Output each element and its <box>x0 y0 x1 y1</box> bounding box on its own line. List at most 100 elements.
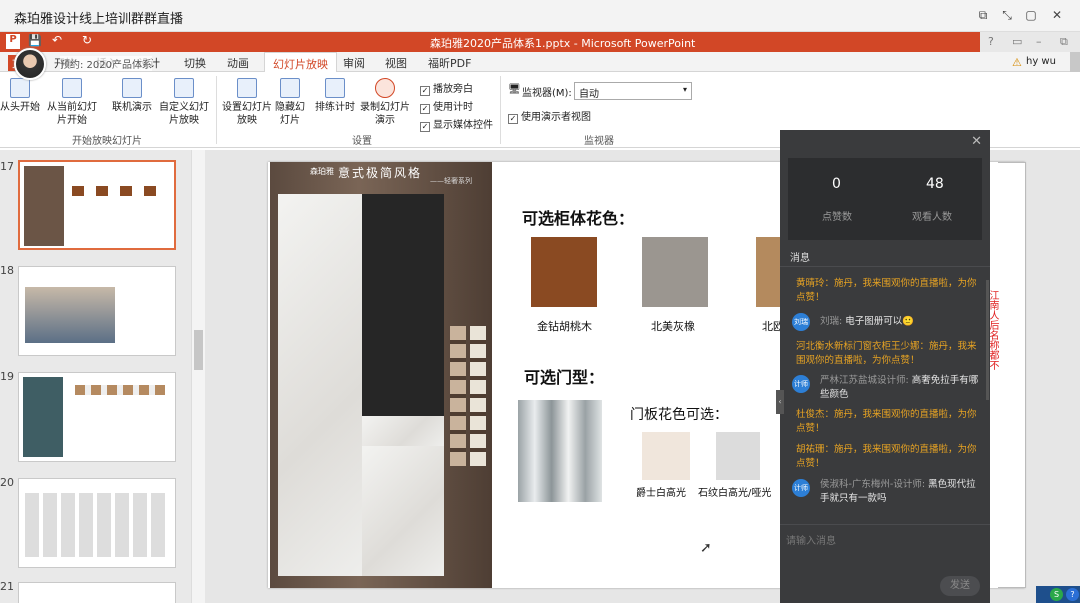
warning-icon: ⚠ <box>1012 56 1022 69</box>
help-icon[interactable]: ? <box>1066 588 1079 601</box>
thumb-image <box>25 287 115 343</box>
stats-box: 0 点赞数 48 观看人数 <box>788 158 982 240</box>
viewers-count: 48 <box>926 176 944 192</box>
slide-thumbnail-20[interactable] <box>18 478 176 568</box>
help-icon[interactable]: ? <box>988 35 994 48</box>
divider <box>780 266 990 267</box>
redo-icon[interactable]: ↻ <box>82 33 92 47</box>
slide-thumbnail-19[interactable] <box>18 372 176 462</box>
slide-thumbnail-17[interactable] <box>18 160 176 250</box>
tab-slideshow[interactable]: 幻灯片放映 <box>264 52 337 72</box>
chat-message: 杜俊杰：施丹，我来围观你的直播啦，为你点赞！ <box>796 409 977 434</box>
hide-slide-icon <box>280 78 300 98</box>
tab-animations[interactable]: 动画 <box>227 55 249 71</box>
shrink-icon[interactable]: ⤡ <box>998 6 1016 24</box>
tab-review[interactable]: 审阅 <box>343 55 365 71</box>
likes-count: 0 <box>832 176 841 192</box>
thumb-swatches <box>72 186 162 196</box>
record-icon <box>375 78 395 98</box>
check-icon: ✓ <box>420 122 430 132</box>
check-icon: ✓ <box>508 114 518 124</box>
tab-transitions[interactable]: 切换 <box>184 55 206 71</box>
ppt-titlebar: P 💾 ↶ ↻ 森珀雅2020产品体系1.pptx - Microsoft Po… <box>0 32 980 52</box>
monitor-select[interactable]: 自动 ▾ <box>574 82 692 100</box>
tab-view[interactable]: 视图 <box>385 55 407 71</box>
chevron-down-icon: ▾ <box>682 85 687 94</box>
cabinet-glass-door <box>362 194 444 416</box>
collapse-handle[interactable]: ‹ <box>776 390 784 414</box>
thumb-image <box>23 377 63 457</box>
door-color-heading: 门板花色可选： <box>630 407 728 423</box>
mouse-cursor-icon: ➚ <box>700 540 712 556</box>
messages-label: 消息 <box>790 253 810 264</box>
sample-chips <box>470 326 486 466</box>
swatch-label: 金钻胡桃木 <box>537 320 592 333</box>
thumbnail-scrollbar[interactable] <box>191 150 205 603</box>
send-button[interactable]: 发送 <box>940 576 980 596</box>
slide-number: 19 <box>0 370 14 383</box>
cabinet-drawer <box>362 416 444 446</box>
thumb-image <box>24 166 64 246</box>
swatch-grey-oak <box>642 237 708 307</box>
setup-slideshow-button[interactable]: 设置幻灯片放映 <box>222 78 272 127</box>
slide-thumbnail-18[interactable] <box>18 266 176 356</box>
slide-number: 21 <box>0 580 14 593</box>
check-icon: ✓ <box>420 86 430 96</box>
presenter-view-checkbox[interactable]: ✓ 使用演示者视图 <box>508 108 591 124</box>
photo-title: 意式极简风格 <box>338 166 423 180</box>
undo-icon[interactable]: ↶ <box>52 33 62 47</box>
minimize-icon[interactable]: – <box>1036 35 1042 48</box>
record-slideshow-button[interactable]: 录制幻灯片演示 <box>358 78 412 127</box>
close-icon[interactable]: ✕ <box>971 134 982 149</box>
swatch-label: 北美灰橡 <box>651 320 695 333</box>
play-from-current-icon <box>62 78 82 98</box>
thumbnail-pane: 17 18 19 20 21 <box>0 150 205 603</box>
streamer-avatar <box>14 48 46 80</box>
chat-message: 黄晴玲：施丹，我来围观你的直播啦，为你点赞！ <box>796 278 977 303</box>
timing-checkbox[interactable]: ✓ 使用计时 <box>420 98 473 114</box>
slide-thumbnail-21[interactable] <box>18 582 176 603</box>
divider <box>216 76 217 144</box>
hide-slide-button[interactable]: 隐藏幻灯片 <box>274 78 306 127</box>
chat-message: 刘瑞: 电子图册可以🙂 <box>820 316 915 327</box>
monitor-group-label: 监视器 <box>584 136 614 147</box>
play-from-start-icon <box>10 78 30 98</box>
user-name[interactable]: hy wu <box>1026 56 1056 67</box>
swatch-stone-white <box>716 432 760 480</box>
restore-icon[interactable]: ⧉ <box>1060 35 1068 49</box>
from-current-button[interactable]: 从当前幻灯片开始 <box>44 78 100 127</box>
thumb-swatches <box>75 385 165 395</box>
narration-checkbox[interactable]: ✓ 播放旁白 <box>420 80 473 96</box>
thumb-image <box>25 493 169 557</box>
user-photo <box>1070 52 1080 72</box>
cabinet-color-heading: 可选柜体花色： <box>522 209 635 228</box>
rehearse-timings-button[interactable]: 排练计时 <box>314 78 356 114</box>
slide-number: 18 <box>0 264 14 277</box>
door-type-image <box>518 400 602 502</box>
custom-slideshow-button[interactable]: 自定义幻灯片放映 <box>156 78 212 127</box>
save-icon[interactable]: 💾 <box>28 34 42 47</box>
check-icon: ✓ <box>420 104 430 114</box>
setup-group-label: 设置 <box>352 136 372 147</box>
live-window-titlebar: 森珀雅设计线上培训群群直播 ⧉ ⤡ ▢ ✕ <box>0 0 1080 32</box>
scroll-thumb[interactable] <box>194 330 203 370</box>
ribbon-display-icon[interactable]: ▭ <box>1012 35 1022 48</box>
likes-label: 点赞数 <box>822 212 852 223</box>
cabinet-photo: 森珀雅 意式极简风格 ——轻奢系列 <box>270 162 492 588</box>
chat-scrollbar[interactable] <box>986 280 989 400</box>
cabinet-door-left <box>278 194 362 576</box>
slide-brand: 森珀雅 <box>310 167 334 176</box>
swatch-walnut <box>531 237 597 307</box>
tab-foxit-pdf[interactable]: 福昕PDF <box>428 55 471 71</box>
media-controls-checkbox[interactable]: ✓ 显示媒体控件 <box>420 116 493 132</box>
restore-icon[interactable]: ⧉ <box>974 6 992 24</box>
online-present-button[interactable]: 联机演示 <box>110 78 154 114</box>
stopwatch-icon <box>325 78 345 98</box>
close-icon[interactable]: ✕ <box>1048 6 1066 24</box>
viewers-label: 观看人数 <box>912 212 952 223</box>
from-start-button[interactable]: 从头开始 <box>0 78 40 114</box>
slide-frame-edge <box>998 162 1026 588</box>
maximize-icon[interactable]: ▢ <box>1022 6 1040 24</box>
chat-input[interactable]: 请输入消息 <box>786 532 836 547</box>
tray-app-icon[interactable]: S <box>1050 588 1063 601</box>
